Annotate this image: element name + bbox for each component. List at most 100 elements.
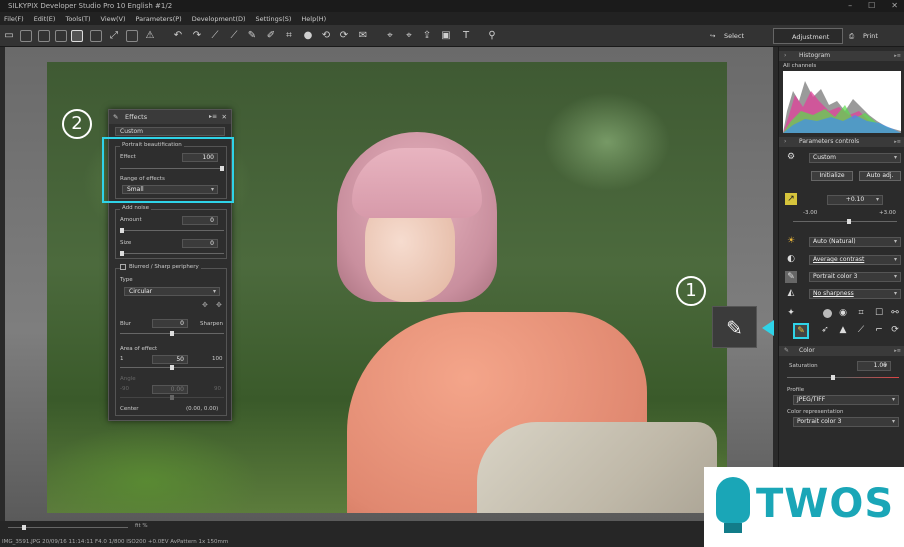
color-rep-dropdown[interactable]: Portrait color 3	[793, 417, 899, 427]
screen-icon[interactable]: ▣	[440, 29, 452, 42]
angle-spinbox[interactable]: 0.00	[152, 385, 188, 394]
view-compare-icon[interactable]	[90, 30, 102, 42]
collapse-arrow-icon[interactable]: ›	[784, 51, 786, 61]
tag-icon[interactable]: ⌖	[384, 29, 396, 42]
pen-icon[interactable]: ✐	[265, 29, 277, 42]
menu-settings[interactable]: Settings(S)	[256, 15, 292, 23]
area-slider-knob[interactable]	[170, 365, 174, 370]
target-icon[interactable]: ✥	[202, 301, 208, 309]
blur-spinbox[interactable]: 0	[152, 319, 188, 328]
redo-icon[interactable]: ↷	[191, 29, 203, 42]
fish-icon[interactable]: ➶	[819, 324, 831, 336]
print-button[interactable]: ⎙ Print	[845, 28, 878, 44]
sharpness-dropdown[interactable]: No sharpness	[809, 289, 901, 299]
exposure-icon[interactable]: ↗	[785, 193, 797, 205]
crop-icon[interactable]: ⌗	[283, 29, 295, 42]
undo-icon[interactable]: ↶	[172, 29, 184, 42]
size-slider-knob[interactable]	[120, 251, 124, 256]
view-strip-icon[interactable]	[55, 30, 67, 42]
rotate-tool-icon[interactable]: ⟳	[889, 324, 901, 336]
minimize-icon[interactable]: –	[848, 0, 852, 12]
view-grid-icon[interactable]	[20, 30, 32, 42]
amount-spinbox[interactable]: 0	[182, 216, 218, 225]
blur-sharpen-slider[interactable]	[120, 331, 224, 336]
menu-view[interactable]: View(V)	[101, 15, 126, 23]
fullscreen-icon[interactable]: ⤢	[108, 29, 120, 42]
profile-dropdown[interactable]: JPEG/TIFF	[793, 395, 899, 405]
dropper-icon[interactable]: ✎	[784, 346, 789, 356]
gray-dropper-icon[interactable]: ⟋	[228, 29, 240, 42]
menu-edit[interactable]: Edit(E)	[34, 15, 56, 23]
menu-help[interactable]: Help(H)	[301, 15, 326, 23]
menu-parameters[interactable]: Parameters(P)	[135, 15, 181, 23]
brush-icon[interactable]: ✎	[246, 29, 258, 42]
histogram-header[interactable]: › Histogram ▸≡	[779, 51, 904, 61]
close-icon[interactable]: ✕	[222, 110, 227, 124]
saturation-slider-knob[interactable]	[831, 375, 835, 380]
collapse-arrow-icon[interactable]: ›	[784, 137, 786, 147]
effects-tool-icon[interactable]: ✎	[712, 306, 757, 348]
amount-slider-knob[interactable]	[120, 228, 124, 233]
export-icon[interactable]: ⇪	[421, 29, 433, 42]
select-button[interactable]: ↪ Select	[706, 28, 744, 44]
exposure-slider[interactable]	[793, 219, 897, 224]
area-slider[interactable]	[120, 365, 224, 370]
saturation-spinbox[interactable]: 1.00	[857, 361, 891, 371]
noise-reduction-icon[interactable]	[823, 309, 832, 318]
white-balance-dropdown[interactable]: Auto (Natural)	[809, 237, 901, 247]
transform-icon[interactable]: ⌗	[855, 307, 867, 319]
effects-title-bar[interactable]: ✎ Effects ▸≡ ✕	[109, 110, 231, 124]
type-dropdown[interactable]: Circular	[124, 287, 220, 296]
pen-tool-icon[interactable]: ⟋	[855, 324, 867, 336]
pin-icon[interactable]: ▸≡	[209, 110, 217, 124]
target-alt-icon[interactable]: ✥	[216, 301, 222, 309]
rotate-left-icon[interactable]: ⟲	[320, 29, 332, 42]
crop-tool-icon[interactable]: ⌐	[873, 324, 885, 336]
adjustment-button[interactable]: Adjustment	[773, 28, 843, 44]
pin-icon[interactable]: ▸≡	[894, 346, 901, 356]
auto-adj-button[interactable]: Auto adj.	[859, 171, 901, 181]
area-spinbox[interactable]: 50	[152, 355, 188, 364]
sharpness-icon[interactable]: ◭	[785, 287, 797, 299]
angle-slider-knob[interactable]	[170, 395, 174, 400]
view-single-icon[interactable]	[71, 30, 83, 42]
sun-icon[interactable]: ☀	[785, 235, 797, 247]
blur-sharpen-knob[interactable]	[170, 331, 174, 336]
view-list-icon[interactable]	[38, 30, 50, 42]
angle-slider[interactable]	[120, 395, 224, 400]
params-header[interactable]: › Parameters controls ▸≡	[779, 137, 904, 147]
folder-icon[interactable]: ▭	[3, 29, 15, 42]
color-mode-dropdown[interactable]: Portrait color 3	[809, 272, 901, 282]
exposure-slider-knob[interactable]	[847, 219, 851, 224]
pin-icon[interactable]: ▸≡	[894, 137, 901, 147]
wand-tool-icon[interactable]: ✦	[785, 307, 797, 319]
saturation-slider[interactable]	[787, 375, 899, 380]
maximize-icon[interactable]: ☐	[868, 0, 875, 12]
color-mode-icon[interactable]: ✎	[785, 271, 797, 283]
rotate-right-icon[interactable]: ⟳	[338, 29, 350, 42]
mail-icon[interactable]: ✉	[357, 29, 369, 42]
highlight-icon[interactable]: ☐	[873, 307, 885, 319]
gear-icon[interactable]: ⚙	[785, 151, 797, 163]
taste-dropdown[interactable]: Custom	[809, 153, 901, 163]
size-spinbox[interactable]: 0	[182, 239, 218, 248]
menu-file[interactable]: File(F)	[4, 15, 24, 23]
initialize-button[interactable]: Initialize	[811, 171, 853, 181]
spot-icon[interactable]: ●	[302, 29, 314, 42]
mask-icon[interactable]: ▲	[837, 324, 849, 336]
warning-icon[interactable]: ⚠	[144, 29, 156, 42]
color-header[interactable]: ✎ Color ▸≡	[779, 346, 904, 356]
pin-icon[interactable]: ▸≡	[894, 51, 901, 61]
view-multi-icon[interactable]	[126, 30, 138, 42]
search-icon[interactable]: ⚲	[486, 29, 498, 42]
contrast-dropdown[interactable]: Average contrast	[809, 255, 901, 265]
dropper-icon[interactable]: ⟋	[209, 29, 221, 42]
blur-checkbox[interactable]	[120, 264, 126, 270]
close-icon[interactable]: ✕	[891, 0, 898, 12]
size-slider[interactable]	[120, 251, 224, 256]
menu-development[interactable]: Development(D)	[192, 15, 246, 23]
lens-icon[interactable]: ◉	[837, 307, 849, 319]
network-icon[interactable]: ⚯	[889, 307, 901, 319]
contrast-icon[interactable]: ◐	[785, 253, 797, 265]
zoom-slider-knob[interactable]	[22, 525, 26, 530]
